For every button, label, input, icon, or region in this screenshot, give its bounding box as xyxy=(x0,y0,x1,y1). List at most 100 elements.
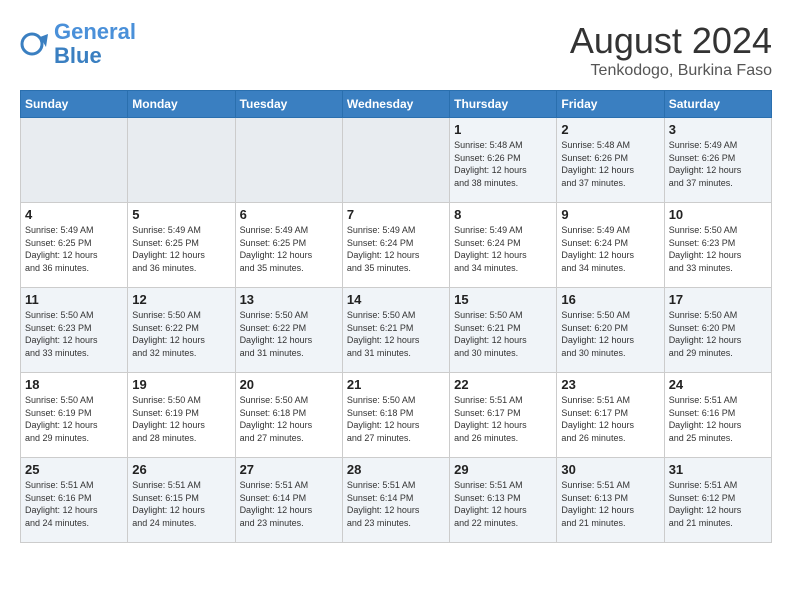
day-number: 20 xyxy=(240,377,338,392)
day-info: Sunrise: 5:50 AM Sunset: 6:22 PM Dayligh… xyxy=(132,309,230,359)
day-info: Sunrise: 5:49 AM Sunset: 6:25 PM Dayligh… xyxy=(240,224,338,274)
day-info: Sunrise: 5:51 AM Sunset: 6:17 PM Dayligh… xyxy=(561,394,659,444)
calendar-cell xyxy=(21,118,128,203)
day-info: Sunrise: 5:50 AM Sunset: 6:19 PM Dayligh… xyxy=(132,394,230,444)
day-info: Sunrise: 5:50 AM Sunset: 6:21 PM Dayligh… xyxy=(454,309,552,359)
calendar-cell: 14 Sunrise: 5:50 AM Sunset: 6:21 PM Dayli… xyxy=(342,288,449,373)
calendar-table: SundayMondayTuesdayWednesdayThursdayFrid… xyxy=(20,90,772,543)
calendar-cell: 25 Sunrise: 5:51 AM Sunset: 6:16 PM Dayli… xyxy=(21,458,128,543)
weekday-header-monday: Monday xyxy=(128,91,235,118)
weekday-header-sunday: Sunday xyxy=(21,91,128,118)
calendar-cell: 12 Sunrise: 5:50 AM Sunset: 6:22 PM Dayli… xyxy=(128,288,235,373)
calendar-cell: 20 Sunrise: 5:50 AM Sunset: 6:18 PM Dayli… xyxy=(235,373,342,458)
title-block: August 2024 Tenkodogo, Burkina Faso xyxy=(570,20,772,80)
weekday-header-row: SundayMondayTuesdayWednesdayThursdayFrid… xyxy=(21,91,772,118)
calendar-cell: 6 Sunrise: 5:49 AM Sunset: 6:25 PM Daylig… xyxy=(235,203,342,288)
calendar-cell: 10 Sunrise: 5:50 AM Sunset: 6:23 PM Dayli… xyxy=(664,203,771,288)
day-number: 13 xyxy=(240,292,338,307)
weekday-header-tuesday: Tuesday xyxy=(235,91,342,118)
logo: General Blue xyxy=(20,20,136,68)
day-info: Sunrise: 5:51 AM Sunset: 6:12 PM Dayligh… xyxy=(669,479,767,529)
day-info: Sunrise: 5:51 AM Sunset: 6:16 PM Dayligh… xyxy=(669,394,767,444)
calendar-cell: 31 Sunrise: 5:51 AM Sunset: 6:12 PM Dayli… xyxy=(664,458,771,543)
day-number: 23 xyxy=(561,377,659,392)
calendar-cell: 1Sunrise: 5:48 AM Sunset: 6:26 PM Daylig… xyxy=(450,118,557,203)
calendar-cell: 5Sunrise: 5:49 AM Sunset: 6:25 PM Daylig… xyxy=(128,203,235,288)
calendar-cell: 29 Sunrise: 5:51 AM Sunset: 6:13 PM Dayli… xyxy=(450,458,557,543)
calendar-cell: 23 Sunrise: 5:51 AM Sunset: 6:17 PM Dayli… xyxy=(557,373,664,458)
day-info: Sunrise: 5:50 AM Sunset: 6:19 PM Dayligh… xyxy=(25,394,123,444)
day-info: Sunrise: 5:48 AM Sunset: 6:26 PM Dayligh… xyxy=(561,139,659,189)
day-info: Sunrise: 5:49 AM Sunset: 6:24 PM Dayligh… xyxy=(561,224,659,274)
day-info: Sunrise: 5:51 AM Sunset: 6:16 PM Dayligh… xyxy=(25,479,123,529)
calendar-cell: 30Sunrise: 5:51 AM Sunset: 6:13 PM Dayli… xyxy=(557,458,664,543)
calendar-week-row: 25 Sunrise: 5:51 AM Sunset: 6:16 PM Dayli… xyxy=(21,458,772,543)
day-info: Sunrise: 5:49 AM Sunset: 6:24 PM Dayligh… xyxy=(347,224,445,274)
calendar-cell: 9 Sunrise: 5:49 AM Sunset: 6:24 PM Daylig… xyxy=(557,203,664,288)
day-number: 7 xyxy=(347,207,445,222)
day-number: 25 xyxy=(25,462,123,477)
calendar-cell: 17Sunrise: 5:50 AM Sunset: 6:20 PM Dayli… xyxy=(664,288,771,373)
day-number: 27 xyxy=(240,462,338,477)
calendar-week-row: 1 Sunrise: 5:48 AM Sunset: 6:26 PM Daylig… xyxy=(21,118,772,203)
day-number: 10 xyxy=(669,207,767,222)
calendar-week-row: 11 Sunrise: 5:50 AM Sunset: 6:23 PM Dayli… xyxy=(21,288,772,373)
logo-line2: Blue xyxy=(54,43,102,68)
day-info: Sunrise: 5:50 AM Sunset: 6:22 PM Dayligh… xyxy=(240,309,338,359)
weekday-header-friday: Friday xyxy=(557,91,664,118)
weekday-header-saturday: Saturday xyxy=(664,91,771,118)
calendar-cell: 27Sunrise: 5:51 AM Sunset: 6:14 PM Dayli… xyxy=(235,458,342,543)
day-info: Sunrise: 5:50 AM Sunset: 6:23 PM Dayligh… xyxy=(669,224,767,274)
day-number: 29 xyxy=(454,462,552,477)
day-info: Sunrise: 5:50 AM Sunset: 6:20 PM Dayligh… xyxy=(561,309,659,359)
day-info: Sunrise: 5:51 AM Sunset: 6:14 PM Dayligh… xyxy=(347,479,445,529)
day-info: Sunrise: 5:50 AM Sunset: 6:18 PM Dayligh… xyxy=(240,394,338,444)
day-number: 24 xyxy=(669,377,767,392)
day-number: 11 xyxy=(25,292,123,307)
day-number: 17 xyxy=(669,292,767,307)
weekday-header-thursday: Thursday xyxy=(450,91,557,118)
calendar-cell: 26 Sunrise: 5:51 AM Sunset: 6:15 PM Dayli… xyxy=(128,458,235,543)
day-info: Sunrise: 5:50 AM Sunset: 6:23 PM Dayligh… xyxy=(25,309,123,359)
day-number: 9 xyxy=(561,207,659,222)
day-info: Sunrise: 5:51 AM Sunset: 6:13 PM Dayligh… xyxy=(454,479,552,529)
calendar-cell: 22Sunrise: 5:51 AM Sunset: 6:17 PM Dayli… xyxy=(450,373,557,458)
calendar-cell: 19 Sunrise: 5:50 AM Sunset: 6:19 PM Dayli… xyxy=(128,373,235,458)
calendar-cell: 15Sunrise: 5:50 AM Sunset: 6:21 PM Dayli… xyxy=(450,288,557,373)
calendar-week-row: 4Sunrise: 5:49 AM Sunset: 6:25 PM Daylig… xyxy=(21,203,772,288)
calendar-title: August 2024 xyxy=(570,20,772,62)
day-number: 31 xyxy=(669,462,767,477)
calendar-cell: 16 Sunrise: 5:50 AM Sunset: 6:20 PM Dayli… xyxy=(557,288,664,373)
calendar-cell: 21 Sunrise: 5:50 AM Sunset: 6:18 PM Dayli… xyxy=(342,373,449,458)
calendar-cell xyxy=(128,118,235,203)
calendar-cell: 13 Sunrise: 5:50 AM Sunset: 6:22 PM Dayli… xyxy=(235,288,342,373)
day-number: 12 xyxy=(132,292,230,307)
calendar-cell: 4Sunrise: 5:49 AM Sunset: 6:25 PM Daylig… xyxy=(21,203,128,288)
day-number: 22 xyxy=(454,377,552,392)
day-number: 16 xyxy=(561,292,659,307)
calendar-cell xyxy=(235,118,342,203)
calendar-cell: 8Sunrise: 5:49 AM Sunset: 6:24 PM Daylig… xyxy=(450,203,557,288)
day-number: 26 xyxy=(132,462,230,477)
day-info: Sunrise: 5:50 AM Sunset: 6:18 PM Dayligh… xyxy=(347,394,445,444)
calendar-cell xyxy=(342,118,449,203)
calendar-cell: 7 Sunrise: 5:49 AM Sunset: 6:24 PM Daylig… xyxy=(342,203,449,288)
day-info: Sunrise: 5:50 AM Sunset: 6:21 PM Dayligh… xyxy=(347,309,445,359)
day-number: 28 xyxy=(347,462,445,477)
day-number: 1 xyxy=(454,122,552,137)
calendar-cell: 18Sunrise: 5:50 AM Sunset: 6:19 PM Dayli… xyxy=(21,373,128,458)
day-number: 21 xyxy=(347,377,445,392)
weekday-header-wednesday: Wednesday xyxy=(342,91,449,118)
day-number: 2 xyxy=(561,122,659,137)
page-header: General Blue August 2024 Tenkodogo, Burk… xyxy=(20,20,772,80)
day-number: 19 xyxy=(132,377,230,392)
day-info: Sunrise: 5:51 AM Sunset: 6:15 PM Dayligh… xyxy=(132,479,230,529)
day-number: 14 xyxy=(347,292,445,307)
day-info: Sunrise: 5:49 AM Sunset: 6:25 PM Dayligh… xyxy=(25,224,123,274)
day-number: 6 xyxy=(240,207,338,222)
day-number: 3 xyxy=(669,122,767,137)
calendar-cell: 3Sunrise: 5:49 AM Sunset: 6:26 PM Daylig… xyxy=(664,118,771,203)
calendar-cell: 2 Sunrise: 5:48 AM Sunset: 6:26 PM Daylig… xyxy=(557,118,664,203)
day-number: 30 xyxy=(561,462,659,477)
day-number: 5 xyxy=(132,207,230,222)
